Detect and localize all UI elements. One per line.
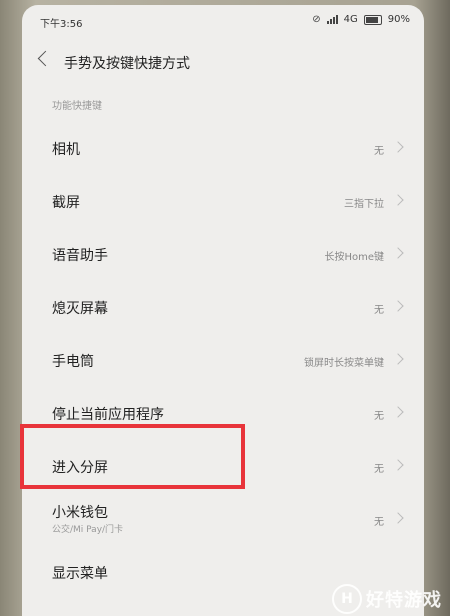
chevron-right-icon [392,353,404,365]
list-item-value: 长按Home键 [324,252,384,263]
list-item-voice-assistant[interactable]: 语音助手 长按Home键 [22,227,424,280]
chevron-right-icon [392,247,404,259]
list-item-value: 无 [374,411,384,422]
chevron-right-icon [392,406,404,418]
page-title: 手势及按键快捷方式 [64,56,190,72]
list-item-value: 三指下拉 [344,199,384,210]
list-item-mi-wallet[interactable]: 小米钱包 公交/Mi Pay/门卡 无 [22,492,424,545]
list-item-value: 无 [374,464,384,475]
watermark-logo-icon: H [332,584,362,614]
list-item-label: 语音助手 [52,248,108,264]
list-item-value: 锁屏时长按菜单键 [304,358,384,369]
list-item-screen-off[interactable]: 熄灭屏幕 无 [22,280,424,333]
list-item-sublabel: 公交/Mi Pay/门卡 [52,525,124,535]
phone-screen: 下午3:56 ⊘ 4G 90% 手势及按键快捷方式 功能快捷键 相机 无 截屏 … [22,5,424,616]
back-arrow-icon[interactable] [37,50,54,67]
chevron-right-icon [392,300,404,312]
list-item-value: 无 [374,517,384,528]
list-item-label: 相机 [52,142,80,158]
network-type: 4G [343,14,358,25]
list-item-camera[interactable]: 相机 无 [22,121,424,174]
list-item-label: 小米钱包 [52,505,108,521]
list-item-flashlight[interactable]: 手电筒 锁屏时长按菜单键 [22,333,424,386]
watermark: H 好特游戏 [332,584,442,614]
list-item-value: 无 [374,146,384,157]
list-item-screenshot[interactable]: 截屏 三指下拉 [22,174,424,227]
list-item-label: 停止当前应用程序 [52,407,164,423]
list-item-label: 手电筒 [52,354,94,370]
battery-level: 90% [387,14,410,25]
section-header: 功能快捷键 [52,101,102,112]
rotation-lock-icon: ⊘ [312,14,321,25]
chevron-right-icon [392,141,404,153]
watermark-text: 好特游戏 [366,590,442,611]
chevron-right-icon [392,194,404,206]
list-item-label: 熄灭屏幕 [52,301,108,317]
status-icons: ⊘ 4G 90% [312,14,410,25]
list-item-value: 无 [374,305,384,316]
chevron-right-icon [392,459,404,471]
status-bar: 下午3:56 ⊘ 4G 90% [22,5,424,35]
shortcut-list: 相机 无 截屏 三指下拉 语音助手 长按Home键 熄灭屏幕 无 手电筒 锁屏时… [22,121,424,598]
battery-icon [363,14,382,25]
chevron-right-icon [392,512,404,524]
signal-icon [326,15,338,24]
status-time: 下午3:56 [40,19,83,30]
list-item-label: 截屏 [52,195,80,211]
list-item-label: 显示菜单 [52,566,108,582]
title-bar: 手势及按键快捷方式 [22,43,424,83]
highlight-annotation-box [20,424,245,489]
